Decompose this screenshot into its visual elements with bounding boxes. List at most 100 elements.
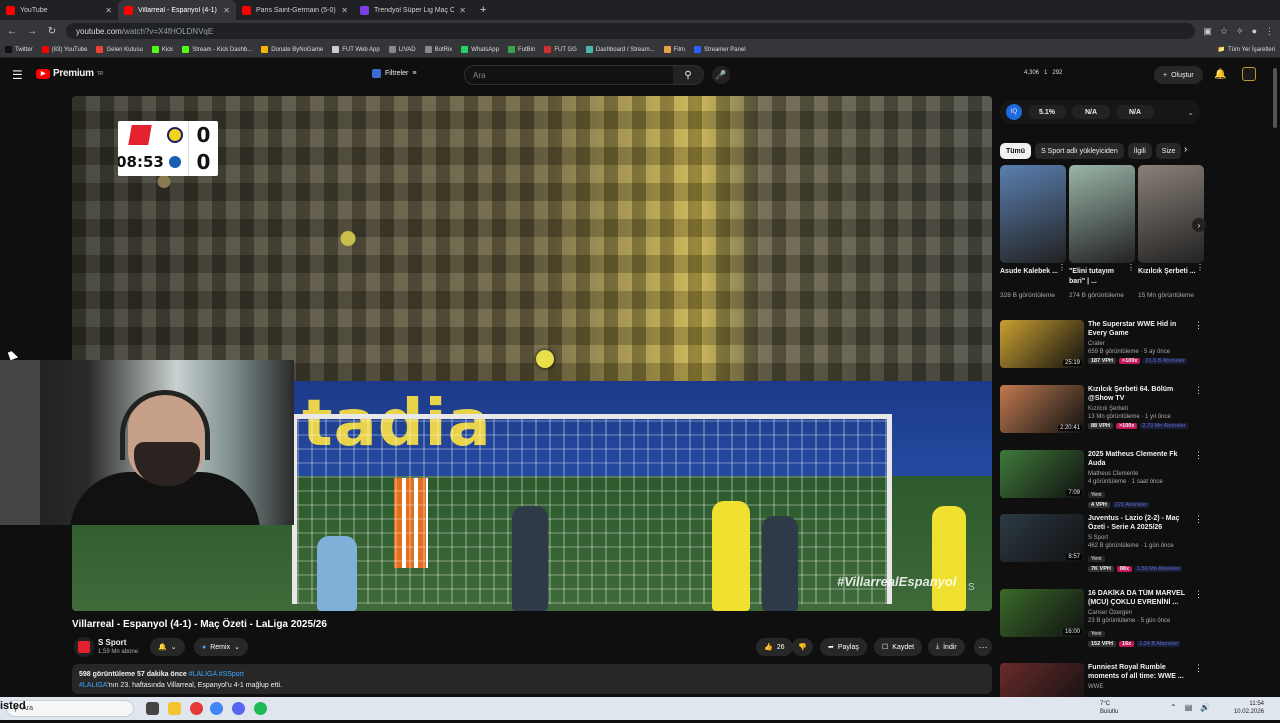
channel-name[interactable]: S Sport bbox=[98, 638, 126, 647]
channel-name[interactable]: WWE bbox=[1088, 684, 1192, 690]
close-icon[interactable]: ✕ bbox=[105, 6, 112, 15]
bookmark-item[interactable]: (83) YouTube bbox=[41, 46, 87, 53]
more-icon[interactable]: ⋮ bbox=[1196, 263, 1204, 289]
create-button[interactable]: + Oluştur bbox=[1154, 66, 1203, 84]
video-title[interactable]: 2025 Matheus Clemente Fk Auda bbox=[1088, 450, 1192, 468]
bookmark-item[interactable]: Streamer Panel bbox=[693, 46, 746, 53]
video-player[interactable]: tadia 0 08:53 0 #VillarrealEspanyol S bbox=[72, 96, 992, 611]
share-button[interactable]: ➦ Paylaş bbox=[820, 638, 867, 656]
close-icon[interactable]: ✕ bbox=[341, 6, 348, 15]
video-title[interactable]: 16 DAKİKA DA TÜM MARVEL (MCU) ÇOKLU EVRE… bbox=[1088, 589, 1192, 607]
page-scrollbar[interactable] bbox=[1272, 62, 1278, 692]
task-view-icon[interactable] bbox=[146, 702, 159, 715]
chip[interactable]: Size bbox=[1155, 143, 1182, 159]
bookmark-item[interactable]: Gelen Kutusu bbox=[96, 46, 143, 53]
browser-tab[interactable]: Villarreal - Espanyol (4-1) ... ✕ bbox=[118, 0, 236, 20]
reload-icon[interactable]: ↻ bbox=[46, 26, 58, 37]
more-icon[interactable]: ⋮ bbox=[1194, 514, 1203, 525]
bell-icon[interactable]: 🔔 bbox=[1214, 69, 1226, 80]
bookmark-item[interactable]: LIVAD bbox=[388, 46, 416, 53]
remix-button[interactable]: ● Remix ⌄ bbox=[194, 638, 248, 656]
more-icon[interactable]: ⋮ bbox=[1194, 450, 1203, 461]
recommended-video[interactable]: 7:09 2025 Matheus Clemente Fk Auda Matheus… bbox=[1000, 450, 1203, 510]
dislike-button[interactable]: 👎 bbox=[792, 638, 813, 656]
bookmark-item[interactable]: FUT GG bbox=[544, 46, 577, 53]
spotify-icon[interactable] bbox=[254, 702, 267, 715]
subscription-bell-button[interactable]: 🔔 ⌄ bbox=[150, 638, 185, 656]
video-title[interactable]: Kızılcık Şerbeti 64. Bölüm @Show TV bbox=[1088, 385, 1192, 403]
more-actions-icon[interactable]: ⋯ bbox=[974, 638, 992, 656]
description-hashtag[interactable]: #LALIGA bbox=[79, 682, 107, 689]
menu-icon[interactable]: ⋮ bbox=[1265, 26, 1274, 37]
more-icon[interactable]: ⋮ bbox=[1127, 263, 1135, 289]
mic-icon[interactable]: 🎤 bbox=[712, 66, 730, 84]
chevron-down-icon[interactable]: ⌄ bbox=[1187, 108, 1194, 117]
app-icon[interactable] bbox=[190, 702, 203, 715]
short-card[interactable]: Kızılcık Şerbeti ... ⋮ 15 Mn görüntüleme bbox=[1138, 165, 1204, 300]
bookmark-item[interactable]: Stream - Kick Dashb... bbox=[182, 46, 252, 53]
recommended-video[interactable]: 16:00 16 DAKİKA DA TÜM MARVEL (MCU) ÇOKLU… bbox=[1000, 589, 1203, 649]
video-thumbnail[interactable]: 7:09 bbox=[1000, 450, 1084, 498]
bookmark-item[interactable]: BotRix bbox=[424, 46, 452, 53]
download-button[interactable]: ⤓ İndir bbox=[928, 638, 965, 656]
chevron-up-icon[interactable]: ⌃ bbox=[1170, 703, 1177, 712]
chip[interactable]: S Sport adlı yükleyiciden bbox=[1035, 143, 1124, 159]
clock[interactable]: 11:54 10.02.2026 bbox=[1228, 700, 1264, 716]
chip[interactable]: Tümü bbox=[1000, 143, 1032, 159]
forward-icon[interactable]: → bbox=[26, 26, 38, 37]
description-box[interactable]: 598 görüntüleme 57 dakika önce #LALIGA #… bbox=[72, 664, 992, 694]
more-icon[interactable]: ⋮ bbox=[1194, 385, 1203, 396]
file-explorer-icon[interactable] bbox=[168, 702, 181, 715]
network-icon[interactable]: ▤ bbox=[1185, 703, 1193, 712]
video-thumbnail[interactable]: 25:19 bbox=[1000, 320, 1084, 368]
chip[interactable]: İlgili bbox=[1127, 143, 1152, 159]
channel-avatar[interactable] bbox=[74, 637, 94, 657]
like-button[interactable]: 👍 26 bbox=[756, 638, 793, 656]
short-thumbnail[interactable] bbox=[1069, 165, 1135, 263]
more-icon[interactable]: ⋮ bbox=[1194, 589, 1203, 600]
url-field[interactable]: youtube.com/watch?v=X4fHOLDNVqE bbox=[66, 23, 1196, 39]
chrome-icon[interactable] bbox=[210, 702, 223, 715]
short-thumbnail[interactable] bbox=[1138, 165, 1204, 263]
close-icon[interactable]: ✕ bbox=[459, 6, 466, 15]
bookmark-item[interactable]: Twitter bbox=[5, 46, 33, 53]
short-card[interactable]: "Elini tutayım bari" | ... ⋮ 274 B görüntü… bbox=[1069, 165, 1135, 300]
search-icon[interactable]: ⚲ bbox=[673, 66, 703, 84]
channel-name[interactable]: Kızılcık Şerbeti bbox=[1088, 406, 1192, 412]
weather-widget[interactable]: 7°C Bulutlu bbox=[1100, 700, 1118, 716]
back-icon[interactable]: ← bbox=[6, 26, 18, 37]
extensions-icon[interactable]: ✧ bbox=[1236, 26, 1244, 37]
all-bookmarks-button[interactable]: 📁 Tüm Yer İşaretleri bbox=[1217, 46, 1275, 54]
bookmark-item[interactable]: Film bbox=[663, 46, 685, 53]
channel-name[interactable]: S Sport bbox=[1088, 535, 1192, 541]
more-icon[interactable]: ⋮ bbox=[1194, 663, 1203, 674]
filters-button[interactable]: Filtreler ≡ bbox=[372, 69, 416, 78]
video-title[interactable]: The Superstar WWE Hid in Every Game bbox=[1088, 320, 1192, 338]
profile-icon[interactable]: ● bbox=[1252, 26, 1257, 37]
recommended-video[interactable]: 2:20:41 Kızılcık Şerbeti 64. Bölüm @Show … bbox=[1000, 385, 1203, 445]
channel-name[interactable]: Matheus Clemente bbox=[1088, 471, 1192, 477]
video-thumbnail[interactable]: 2:20:41 bbox=[1000, 385, 1084, 433]
bookmark-item[interactable]: WhatsApp bbox=[461, 46, 499, 53]
more-icon[interactable]: ⋮ bbox=[1058, 263, 1066, 289]
shorts-next-icon[interactable]: › bbox=[1192, 218, 1206, 232]
volume-icon[interactable]: 🔊 bbox=[1200, 703, 1210, 712]
avatar[interactable] bbox=[1242, 67, 1256, 81]
recommended-video[interactable]: 25:19 The Superstar WWE Hid in Every Game… bbox=[1000, 320, 1203, 380]
save-button[interactable]: ☐ Kaydet bbox=[874, 638, 923, 656]
description-tags[interactable]: #LALIGA #SSport bbox=[189, 671, 244, 678]
video-thumbnail[interactable]: 8:57 bbox=[1000, 514, 1084, 562]
extension-logo-icon[interactable]: IQ bbox=[1006, 104, 1022, 120]
browser-tab[interactable]: YouTube ✕ bbox=[0, 0, 118, 20]
hamburger-menu-icon[interactable]: ☰ bbox=[12, 68, 23, 82]
video-thumbnail[interactable]: 16:00 bbox=[1000, 589, 1084, 637]
discord-icon[interactable] bbox=[232, 702, 245, 715]
close-icon[interactable]: ✕ bbox=[223, 6, 230, 15]
video-title[interactable]: Juventus - Lazio (2-2) - Maç Özeti - Ser… bbox=[1088, 514, 1192, 532]
short-card[interactable]: Asude Kalebek ... ⋮ 328 B görüntüleme bbox=[1000, 165, 1066, 300]
video-title[interactable]: Funniest Royal Rumble moments of all tim… bbox=[1088, 663, 1192, 681]
short-thumbnail[interactable] bbox=[1000, 165, 1066, 263]
recommended-video[interactable]: 8:57 Juventus - Lazio (2-2) - Maç Özeti -… bbox=[1000, 514, 1203, 574]
star-icon[interactable]: ☆ bbox=[1220, 26, 1228, 37]
bookmark-item[interactable]: Donate ByNoGame bbox=[261, 46, 323, 53]
